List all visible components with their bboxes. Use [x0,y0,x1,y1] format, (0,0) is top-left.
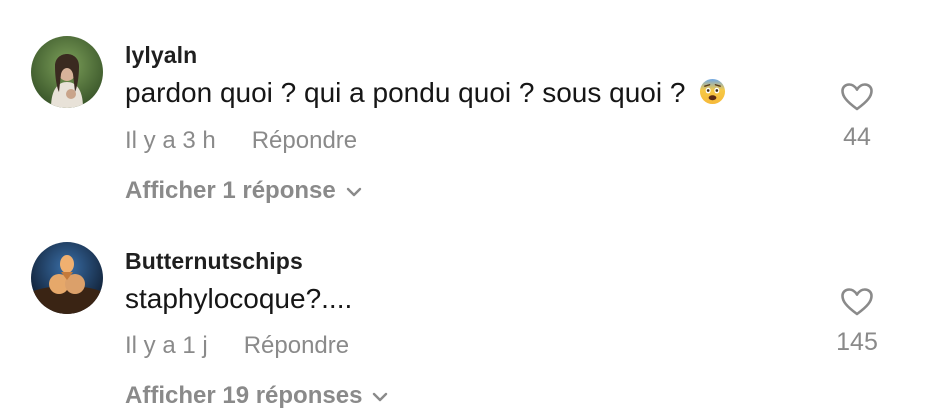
chevron-down-icon [346,187,361,196]
comment-timestamp: Il y a 3 h [125,127,216,154]
heart-outline-icon [841,83,873,111]
view-replies-label: Afficher 1 réponse [125,177,336,204]
heart-outline-icon [841,288,873,316]
fearful-face-emoji-icon [700,78,726,105]
chevron-down-icon [373,392,388,401]
comment-meta: Il y a 3 h Répondre [125,127,357,155]
comment-meta: Il y a 1 j Répondre [125,332,349,360]
comment-text: pardon quoi ? qui a pondu quoi ? sous qu… [125,77,726,109]
view-replies-label: Afficher 19 réponses [125,382,363,409]
comment-text: staphylocoque?.... [125,283,353,314]
comment-text-body: pardon quoi ? qui a pondu quoi ? sous qu… [125,77,686,108]
like-button[interactable]: 145 [827,287,887,357]
like-count: 145 [836,328,878,356]
avatar[interactable] [31,36,103,108]
reply-button[interactable]: Répondre [252,127,357,154]
reply-button[interactable]: Répondre [244,332,349,359]
like-count: 44 [843,123,871,151]
view-replies-button[interactable]: Afficher 19 réponses [125,382,388,410]
comment-timestamp: Il y a 1 j [125,332,208,359]
comment-username[interactable]: Butternutschips [125,248,303,275]
comment-username[interactable]: lylyaln [125,42,197,69]
avatar[interactable] [31,242,103,314]
like-button[interactable]: 44 [827,82,887,152]
view-replies-button[interactable]: Afficher 1 réponse [125,177,362,205]
